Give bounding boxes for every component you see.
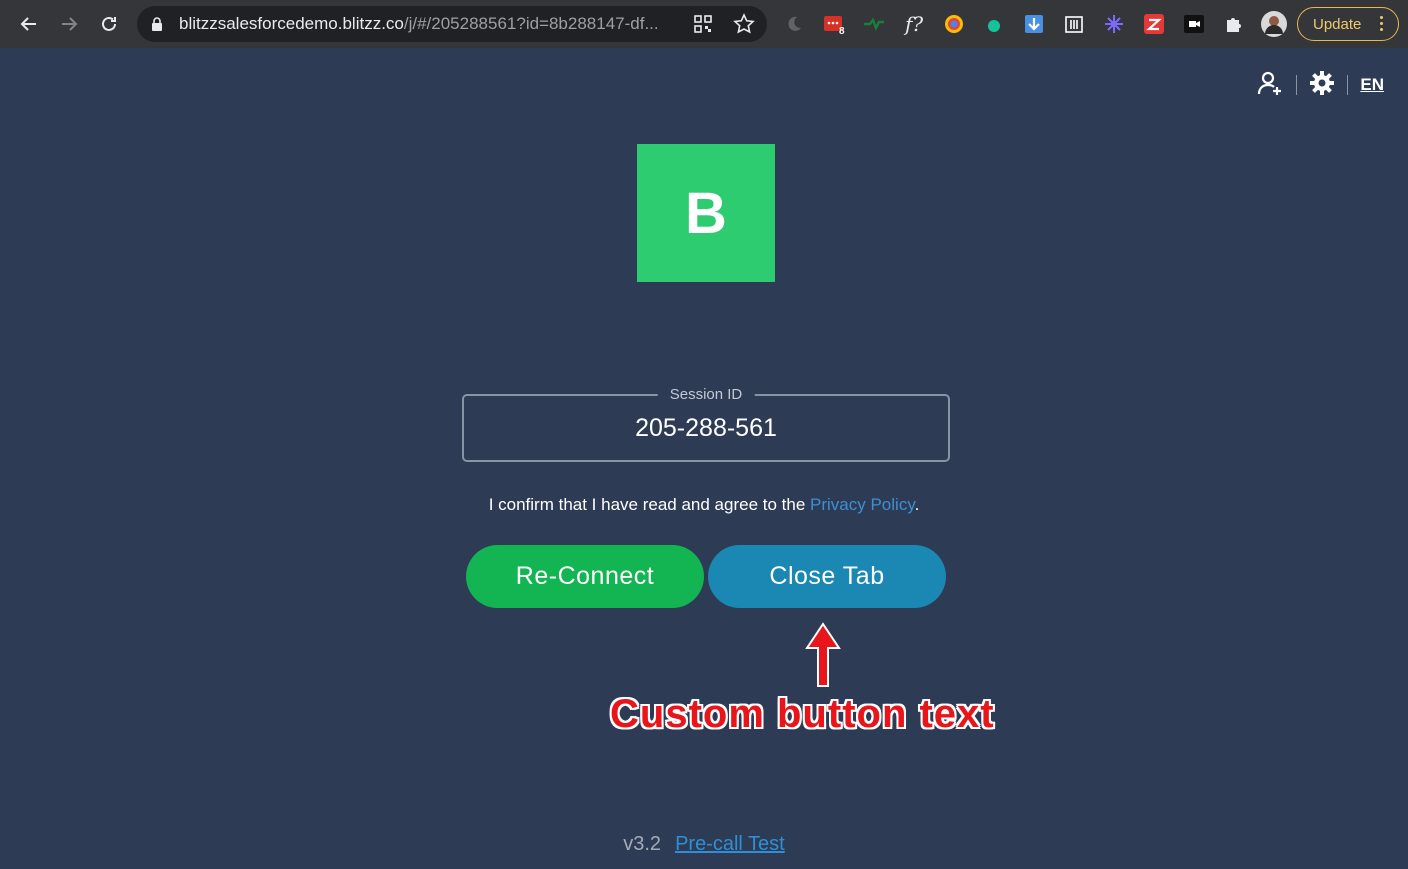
sparkle-extension-icon[interactable] — [1102, 12, 1126, 36]
consent-text: I confirm that I have read and agree to … — [488, 495, 811, 514]
extensions-puzzle-icon[interactable] — [1222, 12, 1246, 36]
zotero-extension-icon[interactable] — [1142, 12, 1166, 36]
logo-letter: B — [685, 180, 727, 246]
browser-toolbar: blitzzsalesforcedemo.blitzz.co/j/#/20528… — [0, 0, 1408, 48]
version-label: v3.2 — [623, 833, 662, 855]
more-menu-icon[interactable] — [1380, 16, 1384, 34]
session-id-label: Session ID — [657, 386, 755, 403]
extension-badge: 8 — [839, 26, 845, 37]
privacy-consent-text: I confirm that I have read and agree to … — [0, 495, 1408, 515]
close-tab-button[interactable]: Close Tab — [708, 545, 946, 608]
session-id-field[interactable]: Session ID 205-288-561 — [462, 386, 950, 462]
settings-gear-icon[interactable] — [1309, 70, 1335, 101]
update-button[interactable]: Update — [1297, 7, 1399, 41]
wordfinder-extension-icon[interactable]: f? — [902, 12, 926, 36]
reconnect-button[interactable]: Re-Connect — [466, 545, 704, 608]
address-bar[interactable]: blitzzsalesforcedemo.blitzz.co/j/#/20528… — [137, 6, 767, 42]
reload-icon[interactable] — [93, 8, 125, 40]
back-icon[interactable] — [13, 8, 45, 40]
divider — [1296, 75, 1298, 95]
forward-icon[interactable] — [53, 8, 85, 40]
top-right-controls: EN — [1256, 70, 1384, 100]
download-extension-icon[interactable] — [1022, 12, 1046, 36]
consent-suffix: . — [914, 495, 920, 514]
qr-code-icon[interactable] — [693, 14, 713, 39]
lock-icon — [151, 17, 163, 36]
divider — [1347, 75, 1349, 95]
privacy-policy-link[interactable]: Privacy Policy — [810, 495, 915, 514]
annotation-arrow-icon — [804, 622, 842, 693]
color-picker-extension-icon[interactable] — [942, 12, 966, 36]
dark-mode-moon-icon[interactable] — [782, 12, 806, 36]
footer: v3.2 Pre-call Test — [0, 833, 1408, 856]
add-user-icon[interactable] — [1256, 69, 1284, 102]
profile-avatar[interactable] — [1261, 11, 1287, 37]
language-selector[interactable]: EN — [1360, 75, 1384, 95]
calendar-extension-icon[interactable]: 8 — [822, 12, 846, 37]
url-text: blitzzsalesforcedemo.blitzz.co/j/#/20528… — [179, 14, 659, 33]
company-logo: B — [637, 144, 775, 282]
annotation-label: Custom button text — [610, 692, 995, 736]
green-chat-extension-icon[interactable] — [862, 12, 886, 36]
bookmark-star-icon[interactable] — [733, 13, 755, 40]
precall-test-link[interactable]: Pre-call Test — [675, 833, 785, 855]
trash-extension-icon[interactable] — [1062, 12, 1086, 36]
session-id-value: 205-288-561 — [635, 414, 777, 442]
grammarly-extension-icon[interactable] — [982, 12, 1006, 36]
video-extension-icon[interactable] — [1182, 12, 1206, 36]
